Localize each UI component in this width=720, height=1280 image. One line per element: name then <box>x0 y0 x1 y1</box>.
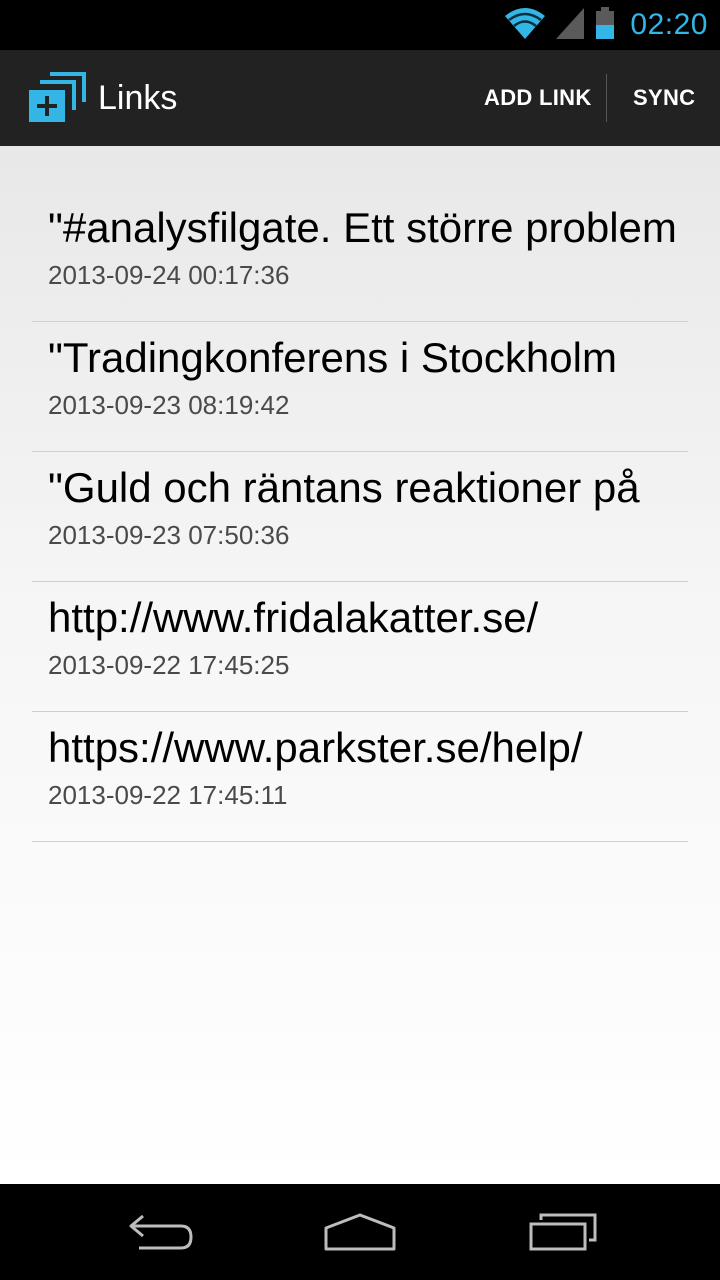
signal-icon <box>554 6 586 45</box>
home-icon[interactable] <box>315 1204 405 1260</box>
list-item[interactable]: https://www.parkster.se/help/ 2013-09-22… <box>32 712 688 842</box>
wifi-icon <box>504 6 546 45</box>
add-link-button[interactable]: ADD LINK <box>484 50 592 146</box>
list-item[interactable]: "#analysfilgate. Ett större problem 2013… <box>32 192 688 322</box>
back-icon[interactable] <box>115 1204 205 1260</box>
link-date: 2013-09-22 17:45:11 <box>48 780 288 810</box>
list-item[interactable]: "Tradingkonferens i Stockholm 2013-09-23… <box>32 322 688 452</box>
recent-apps-icon[interactable] <box>518 1204 608 1260</box>
link-date: 2013-09-23 08:19:42 <box>48 390 290 420</box>
link-date: 2013-09-24 00:17:36 <box>48 260 290 290</box>
action-divider <box>606 74 607 122</box>
links-list: "#analysfilgate. Ett större problem 2013… <box>32 192 688 842</box>
link-title: "#analysfilgate. Ett större problem <box>48 204 677 251</box>
page-title: Links <box>98 79 178 117</box>
link-date: 2013-09-22 17:45:25 <box>48 650 290 680</box>
screen: 02:20 Links ADD LINK SYNC "#analysfilgat… <box>0 0 720 1280</box>
status-icons: 02:20 <box>504 0 708 50</box>
stacked-windows-plus-icon[interactable] <box>28 72 86 124</box>
list-item[interactable]: http://www.fridalakatter.se/ 2013-09-22 … <box>32 582 688 712</box>
link-title: http://www.fridalakatter.se/ <box>48 594 539 641</box>
content-area[interactable]: "#analysfilgate. Ett större problem 2013… <box>0 146 720 1184</box>
link-title: https://www.parkster.se/help/ <box>48 724 583 771</box>
link-title: "Guld och räntans reaktioner på <box>48 464 640 511</box>
link-date: 2013-09-23 07:50:36 <box>48 520 290 550</box>
action-bar: Links ADD LINK SYNC <box>0 50 720 146</box>
status-bar: 02:20 <box>0 0 720 50</box>
battery-icon <box>594 6 616 45</box>
list-item[interactable]: "Guld och räntans reaktioner på 2013-09-… <box>32 452 688 582</box>
navigation-bar <box>0 1184 720 1280</box>
link-title: "Tradingkonferens i Stockholm <box>48 334 617 381</box>
sync-button[interactable]: SYNC <box>633 50 695 146</box>
status-time: 02:20 <box>630 8 708 41</box>
